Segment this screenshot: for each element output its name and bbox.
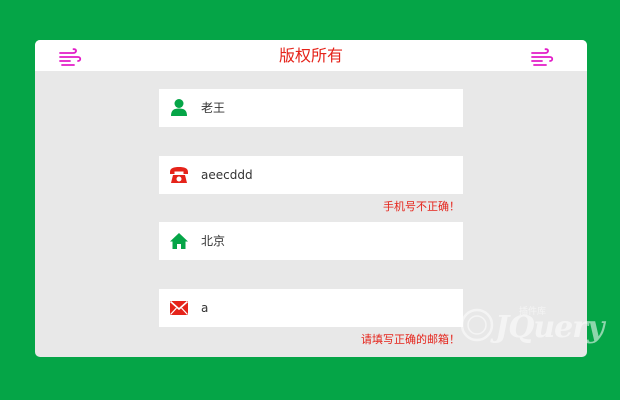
name-field[interactable] bbox=[159, 89, 463, 127]
home-icon bbox=[170, 233, 188, 249]
email-field[interactable] bbox=[159, 289, 463, 327]
address-field[interactable] bbox=[159, 222, 463, 260]
phone-field[interactable] bbox=[159, 156, 463, 194]
watermark-badge-icon bbox=[460, 308, 494, 342]
mail-icon bbox=[169, 300, 189, 315]
phone-error: 手机号不正确！ bbox=[383, 200, 460, 213]
user-icon bbox=[171, 99, 187, 116]
address-input[interactable] bbox=[201, 222, 451, 260]
wind-icon bbox=[531, 48, 554, 66]
email-input[interactable] bbox=[201, 289, 451, 327]
watermark-logo: 插件库 JQuery bbox=[457, 300, 604, 350]
phone-input[interactable] bbox=[201, 156, 451, 194]
name-input[interactable] bbox=[201, 89, 451, 127]
email-error: 请填写正确的邮箱！ bbox=[361, 333, 460, 346]
header-bar: 版权所有 bbox=[35, 40, 587, 71]
watermark-text: JQuery bbox=[495, 310, 604, 345]
page-title: 版权所有 bbox=[278, 46, 343, 65]
phone-icon bbox=[170, 167, 188, 183]
